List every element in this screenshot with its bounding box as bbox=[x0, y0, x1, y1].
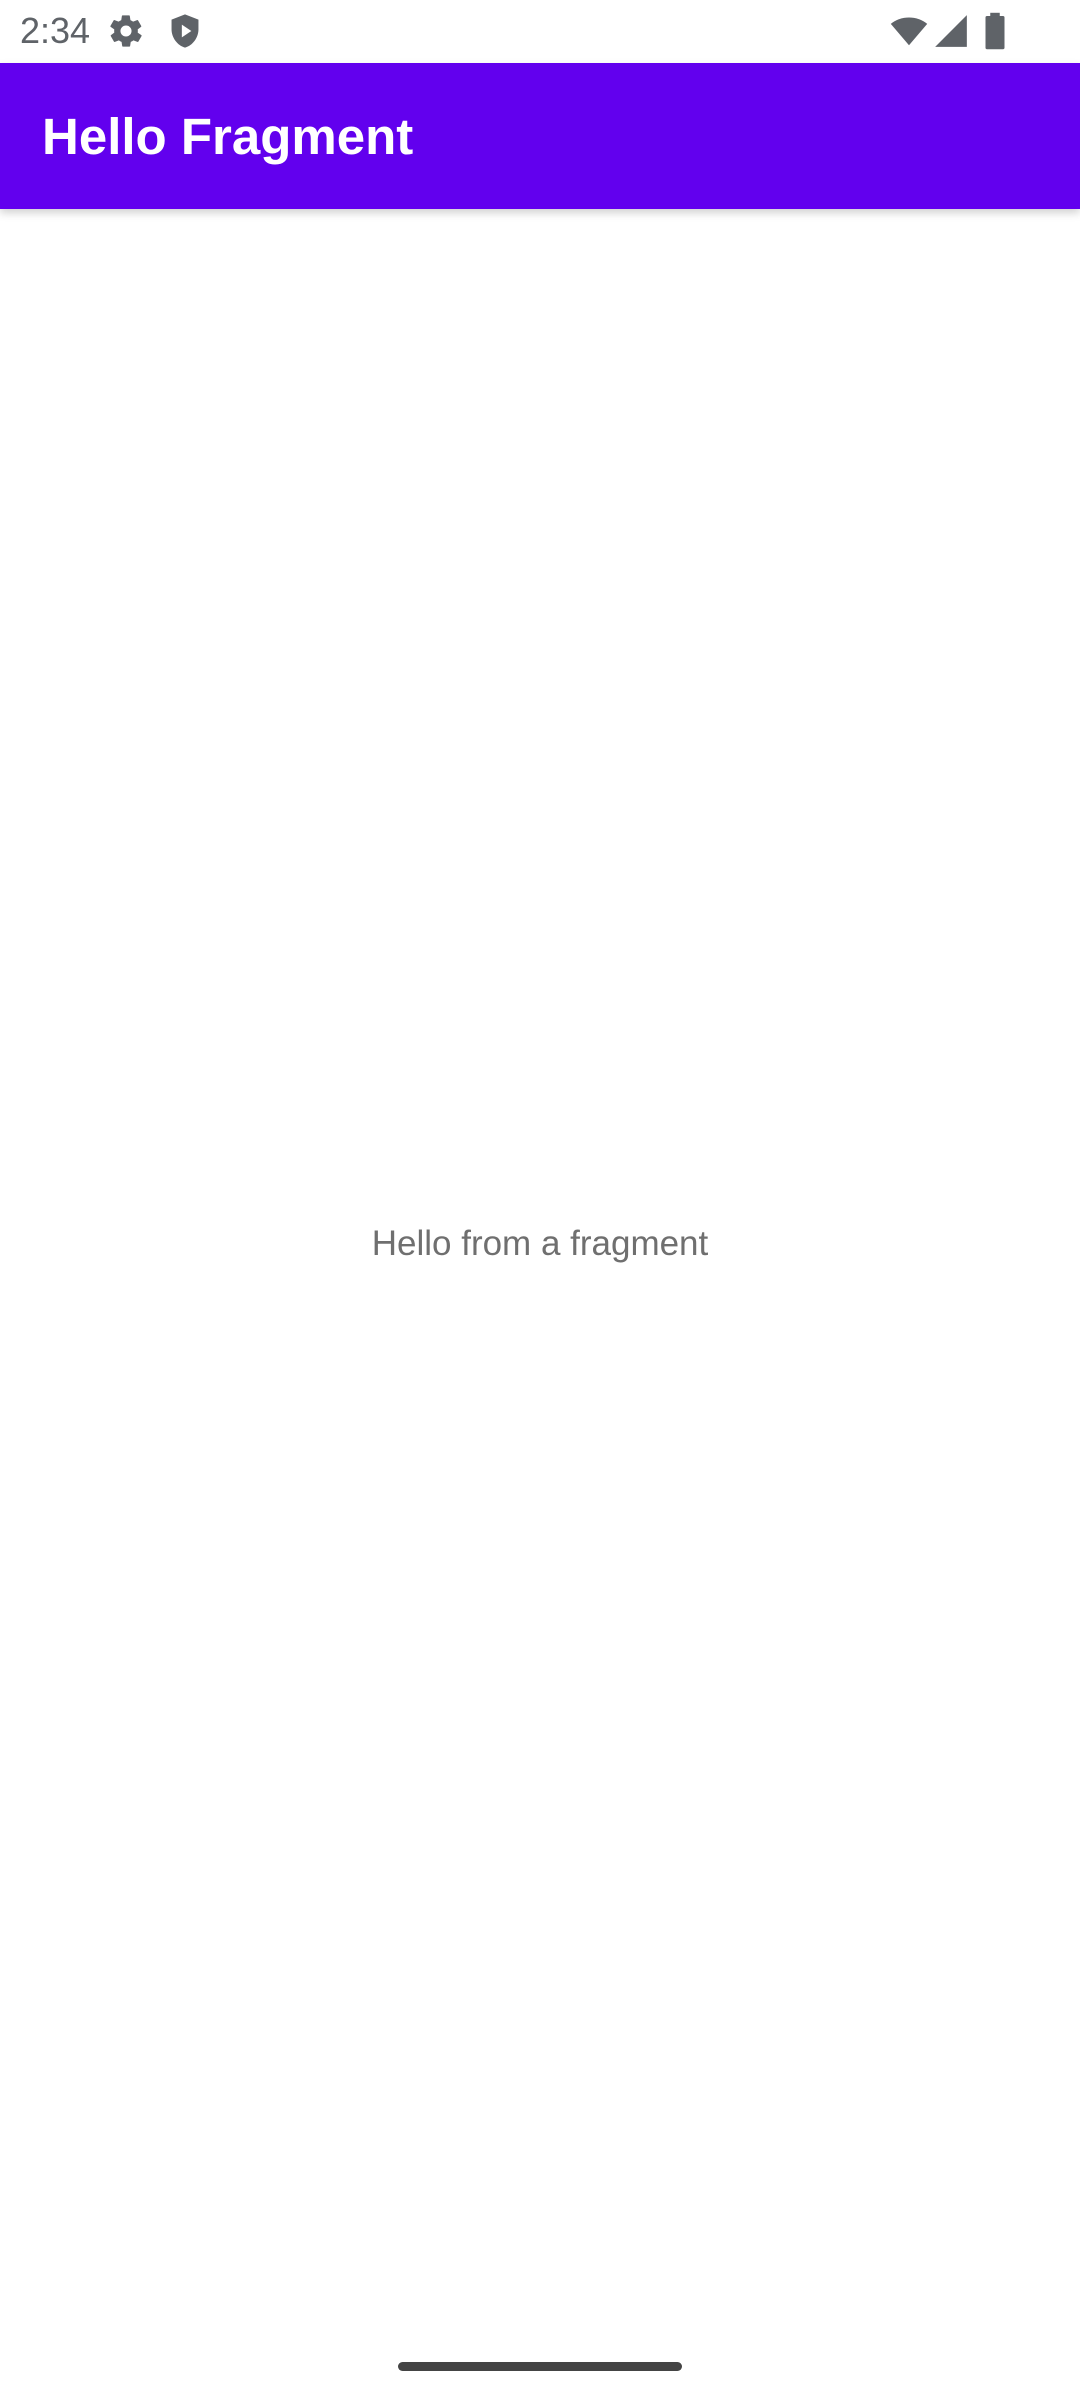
fragment-message: Hello from a fragment bbox=[371, 1224, 709, 1263]
shield-play-icon bbox=[166, 12, 204, 50]
battery-icon bbox=[982, 12, 1008, 50]
screen: 2:34 Hello Fragment Hello from a fragmen… bbox=[0, 0, 1080, 2400]
app-title: Hello Fragment bbox=[42, 108, 414, 165]
gesture-nav-handle[interactable] bbox=[398, 2362, 682, 2371]
status-time: 2:34 bbox=[20, 10, 91, 51]
gear-icon bbox=[107, 12, 145, 50]
wifi-icon bbox=[889, 12, 929, 50]
app-bar: Hello Fragment bbox=[0, 63, 1080, 209]
status-bar: 2:34 bbox=[0, 0, 1080, 63]
fragment-container: Hello from a fragment bbox=[0, 209, 1080, 2400]
cellular-signal-icon bbox=[932, 12, 970, 50]
